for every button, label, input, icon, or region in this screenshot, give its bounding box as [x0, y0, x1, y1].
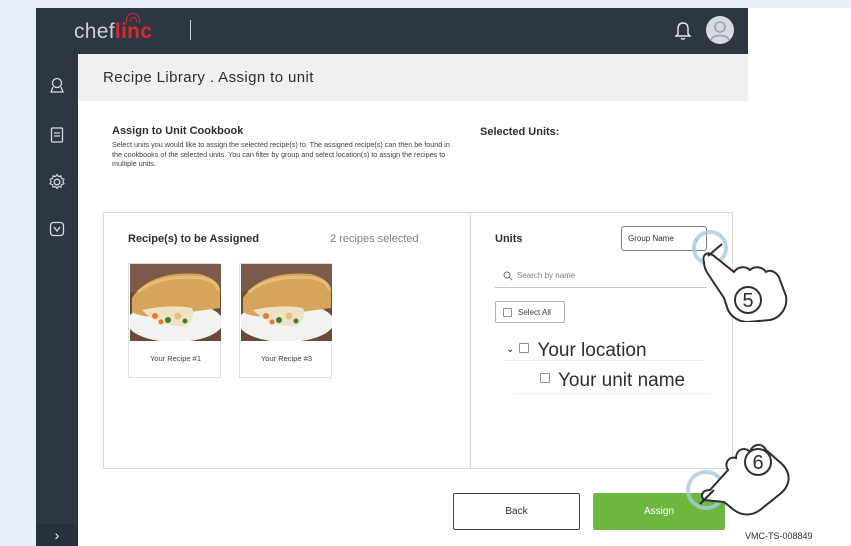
select-all-box	[503, 308, 512, 317]
panel-divider	[470, 213, 471, 468]
recipe-card[interactable]: Your Recipe #1	[128, 263, 221, 378]
bell-icon[interactable]	[674, 21, 692, 41]
assign-panel: Recipe(s) to be Assigned 2 recipes selec…	[103, 212, 733, 469]
recipe-card[interactable]: Your Recipe #3	[239, 263, 332, 378]
logo-text-linc-label: linc	[114, 20, 153, 43]
intro-text: Select units you would like to assign th…	[112, 140, 450, 169]
assign-button[interactable]: Assign	[593, 493, 725, 530]
intro-title: Assign to Unit Cookbook	[112, 125, 244, 137]
recipes-count: 2 recipes selected	[330, 233, 419, 245]
location-label: Your location	[537, 340, 647, 361]
recipe-card-label: Your Recipe #1	[149, 354, 201, 363]
logo-arc-inner	[129, 17, 137, 22]
unit-checkbox[interactable]	[540, 373, 550, 383]
document-icon[interactable]	[48, 126, 66, 144]
units-title: Units	[495, 233, 523, 245]
select-all-label: Select All	[518, 308, 551, 317]
chevron-right-icon[interactable]: ›	[36, 524, 78, 546]
row-divider	[504, 360, 704, 361]
logo-text-linc: linc	[114, 13, 153, 43]
back-button[interactable]: Back	[453, 493, 580, 530]
group-name-select[interactable]: Group Name ⌄	[621, 226, 707, 251]
location-checkbox[interactable]	[519, 343, 530, 353]
chevron-down-icon: ⌄	[693, 234, 700, 243]
row-divider	[514, 393, 710, 394]
avatar-glyph	[710, 21, 730, 41]
search-input[interactable]	[517, 268, 697, 283]
search-icon	[503, 271, 513, 281]
logo: chef linc	[74, 13, 153, 44]
recipe-image	[130, 264, 221, 341]
gear-icon[interactable]	[48, 173, 66, 191]
pie-image	[130, 264, 221, 341]
location-row[interactable]: ⌄ Your location	[506, 340, 647, 366]
group-name-select-value: Group Name	[628, 234, 674, 243]
chevron-down-icon[interactable]: ⌄	[506, 344, 514, 355]
tag-icon[interactable]	[48, 220, 66, 238]
page-header: Recipe Library . Assign to unit	[78, 54, 748, 101]
frame-top-border	[0, 0, 851, 8]
page-title: Recipe Library . Assign to unit	[103, 69, 314, 86]
unit-label: Your unit name	[558, 370, 686, 391]
recipes-title: Recipe(s) to be Assigned	[128, 233, 260, 245]
pie-image	[241, 264, 332, 341]
avatar-icon[interactable]	[706, 16, 734, 44]
select-all-checkbox[interactable]: Select All	[495, 301, 565, 323]
recipe-image	[241, 264, 332, 341]
logo-text-chef: chef	[74, 20, 115, 43]
ribbon-icon[interactable]	[48, 76, 66, 94]
callout-6-label: 6	[752, 452, 763, 474]
header-divider	[190, 20, 191, 40]
search-field	[495, 263, 707, 288]
recipe-card-label: Your Recipe #3	[260, 354, 312, 363]
document-id: VMC-TS-008849	[745, 531, 813, 541]
selected-units-label: Selected Units:	[480, 126, 560, 138]
frame-left-border	[0, 0, 36, 546]
sidebar: ›	[36, 54, 78, 546]
top-bar: chef linc	[36, 8, 748, 54]
